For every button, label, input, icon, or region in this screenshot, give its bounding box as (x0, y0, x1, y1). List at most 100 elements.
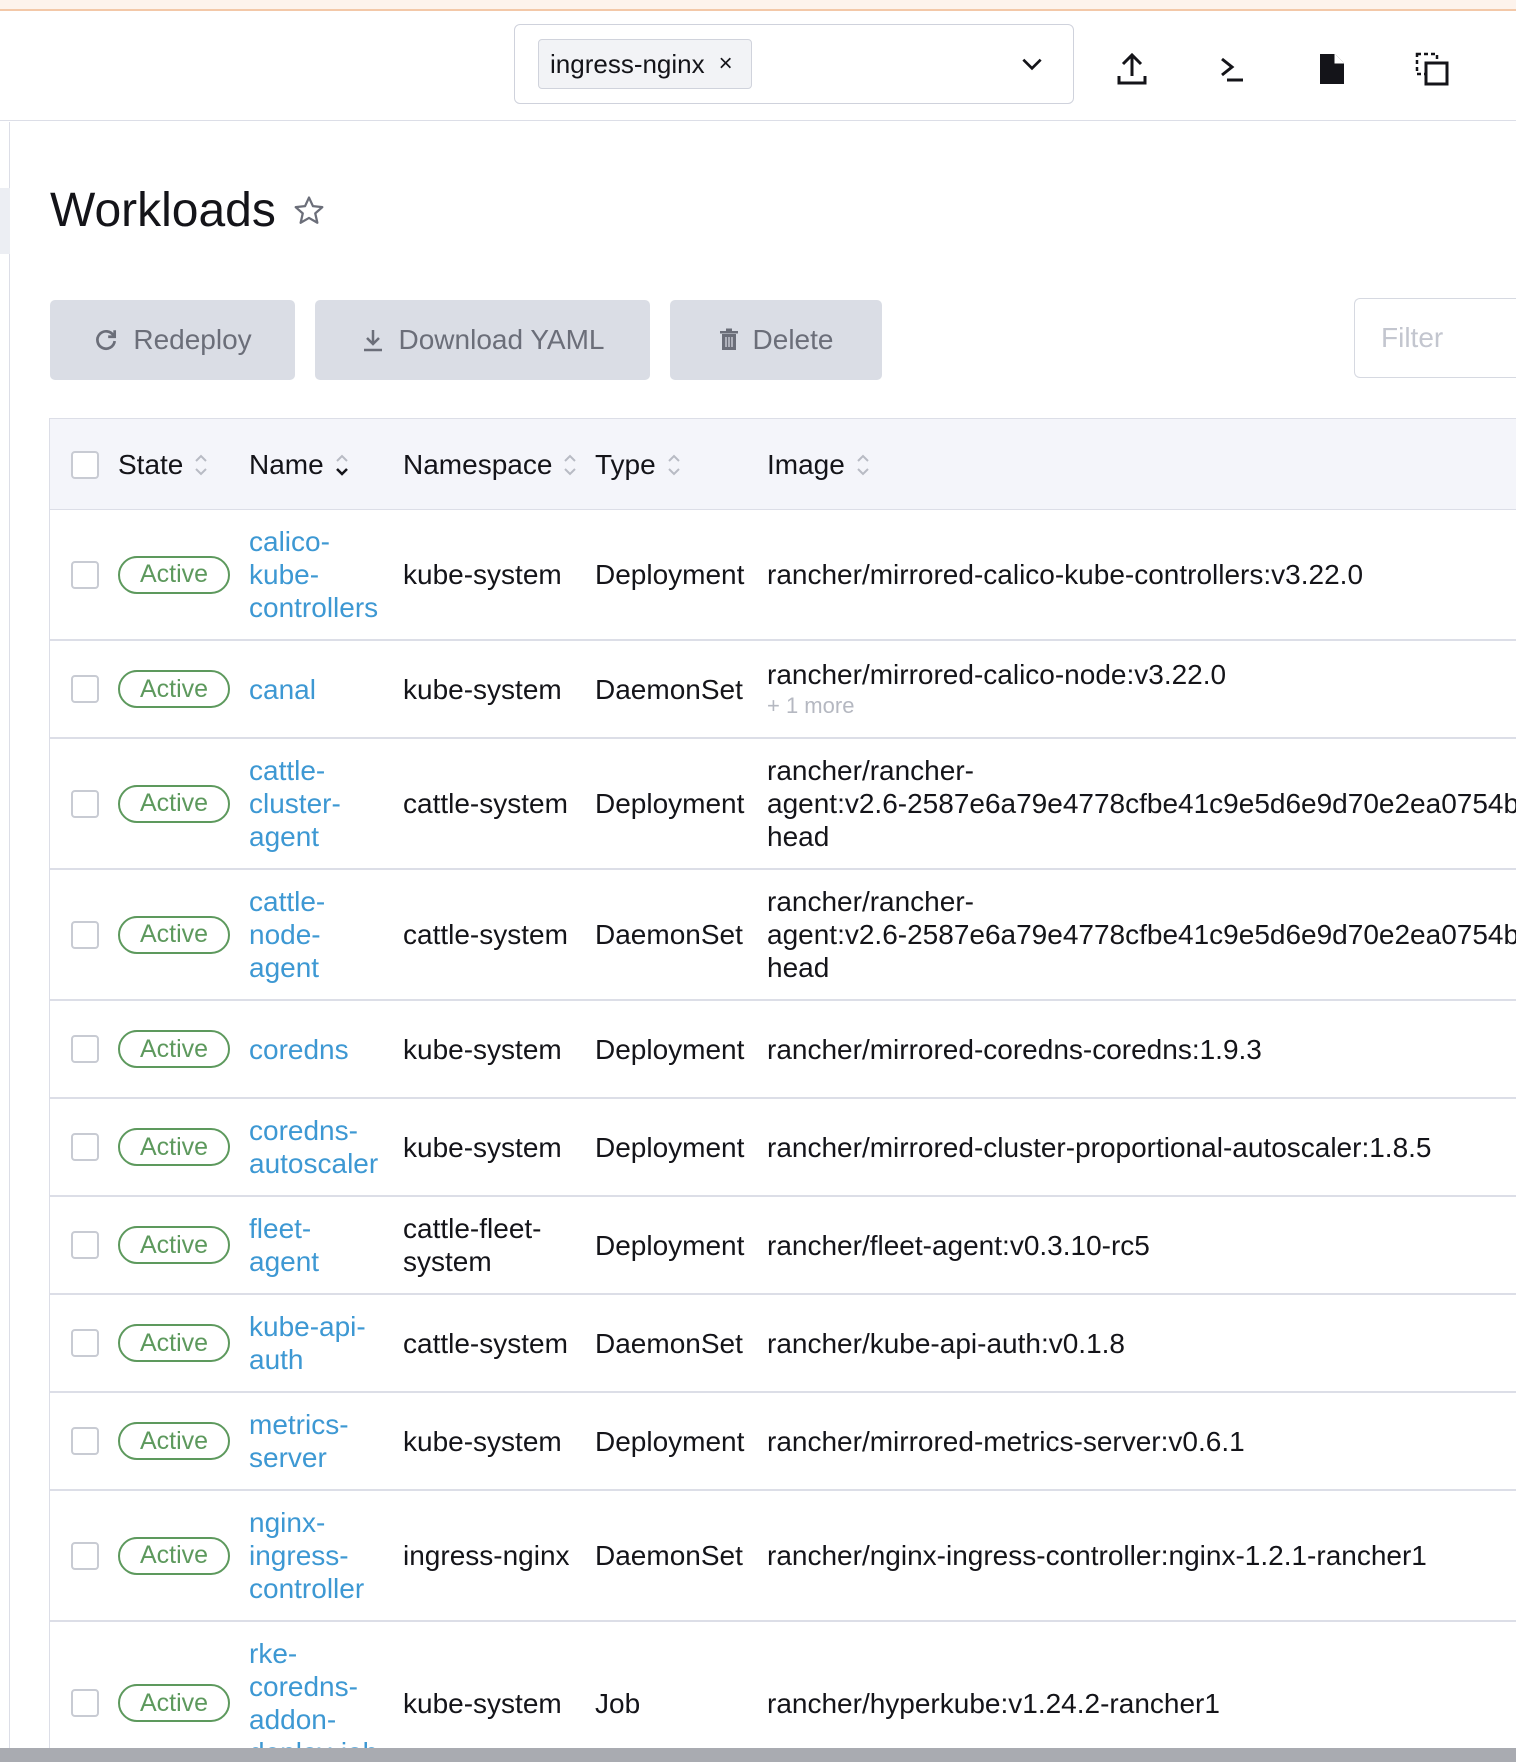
table-row[interactable]: Active coredns- autoscaler kube-system D… (50, 1099, 1516, 1197)
delete-label: Delete (752, 324, 834, 355)
workload-name-link[interactable]: metrics- server (249, 1408, 349, 1474)
table-row[interactable]: Active cattle- node- agent cattle-system… (50, 870, 1516, 1001)
copy-kubeconfig-icon[interactable] (1414, 51, 1450, 87)
namespace-cell: cattle-fleet- system (403, 1213, 542, 1277)
table-row[interactable]: Active metrics- server kube-system Deplo… (50, 1393, 1516, 1491)
status-badge: Active (118, 784, 230, 823)
type-cell: Deployment (595, 1229, 745, 1261)
state-cell: Active (118, 1001, 230, 1097)
row-checkbox[interactable] (71, 1329, 99, 1357)
horizontal-scrollbar[interactable] (0, 1748, 1516, 1762)
more-images-link[interactable]: + 1 more (767, 691, 854, 721)
status-badge: Active (118, 1324, 230, 1362)
type-cell: DaemonSet (595, 919, 743, 950)
row-checkbox[interactable] (71, 1689, 99, 1717)
namespace-filter-select[interactable]: ingress-nginx × (514, 24, 1074, 104)
namespace-chip: ingress-nginx × (538, 39, 752, 89)
row-checkbox[interactable] (71, 560, 99, 589)
workload-name-link[interactable]: canal (249, 673, 316, 706)
namespace-cell: cattle-system (403, 788, 568, 819)
delete-button[interactable]: Delete (670, 300, 882, 380)
kubectl-shell-icon[interactable] (1214, 51, 1250, 87)
sort-down-icon (334, 451, 350, 479)
type-cell: Deployment (595, 1425, 745, 1457)
workload-name-link[interactable]: coredns (249, 1033, 349, 1066)
workload-name-link[interactable]: coredns- autoscaler (249, 1114, 378, 1180)
row-checkbox[interactable] (71, 789, 99, 818)
workload-name-link[interactable]: nginx- ingress- controller (249, 1506, 364, 1605)
image-text: rancher/rancher- agent:v2.6-2587e6a79e47… (767, 755, 1516, 852)
kubeconfig-file-icon[interactable] (1314, 51, 1350, 87)
status-badge: Active (118, 670, 230, 708)
workload-name-link[interactable]: rke- coredns- addon- deploy-job (249, 1637, 378, 1762)
row-checkbox-cell (71, 1197, 99, 1293)
row-checkbox[interactable] (71, 920, 99, 949)
name-cell: coredns (249, 1001, 399, 1097)
row-checkbox[interactable] (71, 1541, 99, 1570)
status-badge: Active (118, 1030, 230, 1068)
workload-name-link[interactable]: cattle- node- agent (249, 885, 325, 984)
column-header-type[interactable]: Type (595, 419, 682, 510)
column-header-image[interactable]: Image (767, 419, 871, 510)
type-cell: Deployment (595, 559, 745, 590)
workload-name-link[interactable]: kube-api- auth (249, 1310, 366, 1376)
status-badge: Active (118, 1226, 230, 1264)
table-row[interactable]: Active canal kube-system DaemonSet ranch… (50, 641, 1516, 739)
table-row[interactable]: Active kube-api- auth cattle-system Daem… (50, 1295, 1516, 1393)
select-all-checkbox[interactable] (71, 450, 99, 479)
row-checkbox-cell (71, 1295, 99, 1391)
table-row[interactable]: Active cattle- cluster- agent cattle-sys… (50, 739, 1516, 870)
redeploy-button[interactable]: Redeploy (50, 300, 295, 380)
namespace-cell: cattle-system (403, 1327, 568, 1359)
row-checkbox[interactable] (71, 675, 99, 703)
name-cell: canal (249, 641, 399, 737)
image-cell: rancher/fleet-agent:v0.3.10-rc5 (767, 1197, 1516, 1293)
column-header-namespace[interactable]: Namespace (403, 419, 578, 510)
column-header-name-label: Name (249, 448, 324, 480)
column-header-state[interactable]: State (118, 419, 209, 510)
image-cell: rancher/rancher- agent:v2.6-2587e6a79e47… (767, 870, 1516, 999)
name-cell: coredns- autoscaler (249, 1099, 399, 1195)
row-checkbox[interactable] (71, 1427, 99, 1455)
row-checkbox-cell (71, 739, 99, 868)
state-cell: Active (118, 739, 230, 868)
column-header-name[interactable]: Name (249, 419, 350, 510)
state-cell: Active (118, 870, 230, 999)
row-checkbox[interactable] (71, 1133, 99, 1161)
filter-input[interactable] (1354, 298, 1516, 378)
type-cell: Deployment (595, 1033, 745, 1065)
chevron-down-icon[interactable] (1019, 51, 1045, 77)
table-row[interactable]: Active nginx- ingress- controller ingres… (50, 1491, 1516, 1622)
top-notification-strip (0, 0, 1516, 11)
table-row[interactable]: Active rke- coredns- addon- deploy-job k… (50, 1622, 1516, 1762)
column-header-state-label: State (118, 448, 184, 480)
workload-name-link[interactable]: calico- kube- controllers (249, 525, 378, 624)
download-yaml-button[interactable]: Download YAML (315, 300, 650, 380)
state-cell: Active (118, 1622, 230, 1762)
star-icon[interactable] (292, 194, 326, 228)
status-badge: Active (118, 915, 230, 954)
namespace-cell: kube-system (403, 559, 562, 590)
type-cell: Deployment (595, 1131, 745, 1163)
state-cell: Active (118, 510, 230, 639)
image-text: rancher/mirrored-metrics-server:v0.6.1 (767, 1425, 1245, 1457)
workload-name-link[interactable]: fleet- agent (249, 1212, 319, 1278)
row-checkbox[interactable] (71, 1231, 99, 1259)
row-checkbox[interactable] (71, 1035, 99, 1063)
table-row[interactable]: Active calico- kube- controllers kube-sy… (50, 510, 1516, 641)
image-cell: rancher/kube-api-auth:v0.1.8 (767, 1295, 1516, 1391)
image-cell: rancher/mirrored-metrics-server:v0.6.1 (767, 1393, 1516, 1489)
namespace-chip-label: ingress-nginx (550, 48, 705, 79)
image-cell: rancher/rancher- agent:v2.6-2587e6a79e47… (767, 739, 1516, 868)
state-cell: Active (118, 1197, 230, 1293)
chip-remove-icon[interactable]: × (719, 50, 733, 78)
namespace-cell: kube-system (403, 1425, 562, 1457)
table-row[interactable]: Active fleet- agent cattle-fleet- system… (50, 1197, 1516, 1295)
type-cell: DaemonSet (595, 1540, 743, 1571)
table-row[interactable]: Active coredns kube-system Deployment ra… (50, 1001, 1516, 1099)
import-yaml-icon[interactable] (1114, 51, 1150, 87)
type-cell: DaemonSet (595, 1327, 743, 1359)
image-cell: rancher/mirrored-cluster-proportional-au… (767, 1099, 1516, 1195)
workload-name-link[interactable]: cattle- cluster- agent (249, 754, 341, 853)
namespace-cell: ingress-nginx (403, 1540, 570, 1571)
